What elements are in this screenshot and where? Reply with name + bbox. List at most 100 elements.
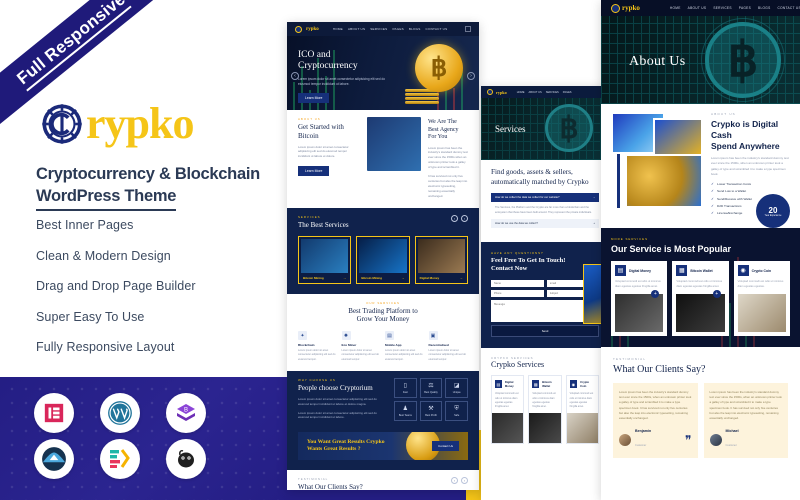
name-field[interactable] [491, 279, 544, 287]
feature-title: Decentralised [428, 343, 449, 348]
crypko-services-section: CRYPKO SERVICES Crypko Services ▤ Digita… [481, 348, 609, 452]
service-card[interactable]: ◉ Crypto Coin Voluptad commodi est odio … [733, 261, 790, 336]
tile-label: Fast [402, 390, 408, 394]
home-navbar[interactable]: rypko HOME ABOUT US SERVICES PAGES BLOGS… [287, 22, 479, 36]
nav-item-pages[interactable]: PAGES [392, 27, 403, 31]
services-card-list: Bitcoin Mining → Bitcoin Mining → Digita… [298, 235, 468, 284]
testimonial-prev-arrow[interactable]: ‹ [451, 477, 458, 485]
check-icon: ✓ [711, 182, 715, 187]
choose-tile[interactable]: ◪ Unique [445, 377, 468, 398]
services-page-preview[interactable]: rypko HOME ABOUT US SERVICES PAGES ฿ Ser… [481, 86, 609, 500]
choose-tile[interactable]: ▯ Fast [394, 377, 417, 398]
platform-feature-list: ✦ Blockchain Lorem ipsum dolor sit amet … [298, 331, 468, 362]
accordion-item-open[interactable]: How do we collect the data we collect fo… [491, 193, 599, 203]
accordion-item-closed[interactable]: How do we use the data we collect? + [491, 218, 599, 228]
nav-item-blogs[interactable]: BLOGS [758, 6, 770, 10]
testimonial-eyebrow: TESTIMONIAL [613, 356, 647, 361]
nav-item-home[interactable]: HOME [333, 27, 343, 31]
feature-text: Lorem ipsum dolor sit amet consectetur a… [385, 349, 423, 361]
tile-label: Best Profit [425, 413, 437, 417]
technology-icon-grid: B [34, 393, 224, 479]
plus-icon[interactable]: + [651, 289, 660, 298]
about-image-2 [653, 118, 703, 158]
service-card[interactable]: Bitcoin Mining → [356, 235, 410, 284]
hero-cta-button[interactable]: Learn More [298, 93, 330, 104]
nav-item-pages[interactable]: PAGES [563, 91, 572, 94]
testimonial-text: Lorem ipsum has been the industry's stan… [709, 389, 782, 421]
about-navbar[interactable]: rypko HOME ABOUT US SERVICES PAGES BLOGS… [601, 0, 800, 16]
testimonial-role: Customer [635, 443, 647, 447]
nav-item-about[interactable]: ABOUT US [688, 6, 707, 10]
nav-item-blogs[interactable]: BLOGS [409, 27, 421, 31]
card-title: Digital Money [504, 380, 514, 389]
agency-title: We Are The Best Agency For You [428, 119, 459, 140]
plus-icon[interactable]: + [712, 289, 721, 298]
services-next-arrow[interactable]: › [461, 214, 468, 222]
service-card[interactable]: ▤ Digital Money Voluptad commodi est odi… [611, 261, 668, 336]
service-card[interactable]: ◉ Crypto Coin Voluptad commodi est odio … [565, 375, 599, 444]
nav-item-contact[interactable]: CONTACT US [426, 27, 448, 31]
choose-text-2: Lorem ipsum dolor sit amet consectetur a… [298, 410, 377, 420]
nav-item-contact[interactable]: CONTACT US [778, 6, 800, 10]
services-hero: ฿ Services [481, 98, 609, 160]
service-card[interactable]: Digital Money → [414, 235, 468, 284]
tile-label: Safe [454, 413, 460, 417]
service-card[interactable]: ▤ Digital Money Voluptad commodi est odi… [491, 375, 525, 444]
card-image [529, 412, 561, 443]
nav-item-home[interactable]: HOME [517, 91, 525, 94]
slider-prev-arrow[interactable]: ‹ [291, 72, 299, 80]
contact-section: HAVE ANY QUESTIONS? Feel Free To Get In … [481, 241, 609, 348]
mailchimp-icon [166, 439, 206, 479]
choose-tile[interactable]: ♟ Best Teams [394, 400, 417, 421]
bitcoin-logo-icon: ฿ [701, 18, 785, 102]
testimonial-author: Benjamin [635, 428, 652, 433]
navbar-menu[interactable]: HOME ABOUT US SERVICES PAGES BLOGS CONTA… [670, 6, 800, 10]
choose-tile[interactable]: ⚒ Best Profit [419, 400, 443, 421]
navbar-menu[interactable]: HOME ABOUT US SERVICES PAGES BLOGS CONTA… [333, 27, 448, 31]
hero-slider[interactable]: ฿ ICO and Cryptocurrency Lorem ipsum dol… [287, 36, 479, 110]
service-card[interactable]: ▦ Bitcoin Wallet Voluptad commodi est od… [672, 261, 729, 336]
choose-tile[interactable]: ⛨ Safe [445, 400, 468, 421]
svg-text:B: B [184, 408, 188, 414]
search-icon[interactable] [465, 26, 471, 32]
send-button[interactable]: Send [491, 324, 599, 337]
card-text: Voluptad commodi est odio ut inimicus di… [676, 280, 723, 288]
arrow-right-icon: → [459, 275, 463, 280]
faq-accordion[interactable]: How do we collect the data we collect fo… [491, 193, 599, 228]
nav-item-pages[interactable]: PAGES [739, 6, 751, 10]
nav-item-about[interactable]: ABOUT US [529, 91, 542, 94]
phone-field[interactable] [491, 289, 544, 297]
service-card-title: Bitcoin Mining [303, 275, 324, 280]
get-started-cta[interactable]: Learn More [298, 166, 330, 177]
nav-item-services[interactable]: SERVICES [546, 91, 559, 94]
about-page-preview[interactable]: rypko HOME ABOUT US SERVICES PAGES BLOGS… [601, 0, 800, 500]
service-card[interactable]: Bitcoin Mining → [298, 235, 352, 284]
services-navbar[interactable]: rypko HOME ABOUT US SERVICES PAGES [481, 86, 609, 98]
list-item: ✓ Send Low to a Wallet [711, 189, 747, 194]
list-item: Super Easy To Use [36, 309, 145, 324]
crypto-coin-icon: ◉ [569, 380, 578, 389]
contact-us-button[interactable]: Contact Us [432, 441, 459, 452]
nav-item-services[interactable]: SERVICES [370, 27, 387, 31]
choose-text-1: Lorem ipsum dolor sit amet consectetur a… [298, 396, 377, 406]
agency-text-1: Lorem ipsum has been the industry's stan… [428, 145, 468, 170]
choose-tile[interactable]: ⚖ Best Quality [419, 377, 443, 398]
nav-item-about[interactable]: ABOUT US [348, 27, 365, 31]
home-page-preview[interactable]: rypko HOME ABOUT US SERVICES PAGES BLOGS… [287, 22, 479, 490]
services-prev-arrow[interactable]: ‹ [451, 214, 458, 222]
testimonial-card: Lorem ipsum has been the industry's stan… [703, 382, 788, 458]
navbar-menu[interactable]: HOME ABOUT US SERVICES PAGES [517, 91, 572, 94]
cta-banner-wrap: You Want Great Results Crypko Wants Grea… [287, 431, 479, 471]
nav-item-services[interactable]: SERVICES [713, 6, 731, 10]
about-digital-cash-section: ABOUT US Crypko is Digital Cash Spend An… [601, 104, 800, 229]
service-card[interactable]: ▦ Bitcoin Wallet Voluptad commodi est od… [528, 375, 562, 444]
left-info-panel: Full Responsive rypko Cryptocurrency & B… [0, 0, 290, 500]
crypko-logo-icon [611, 3, 620, 13]
slider-next-arrow[interactable]: › [467, 72, 475, 80]
nav-item-home[interactable]: HOME [670, 6, 681, 10]
testimonial-next-arrow[interactable]: › [461, 477, 468, 485]
check-icon: ✓ [711, 210, 715, 215]
popular-services-section: MORE SERVICES Our Service is Most Popula… [601, 228, 800, 347]
services-eyebrow: SERVICES [298, 214, 321, 219]
page-title: Cryptocurrency & Blockchain WordPress Th… [36, 163, 286, 211]
